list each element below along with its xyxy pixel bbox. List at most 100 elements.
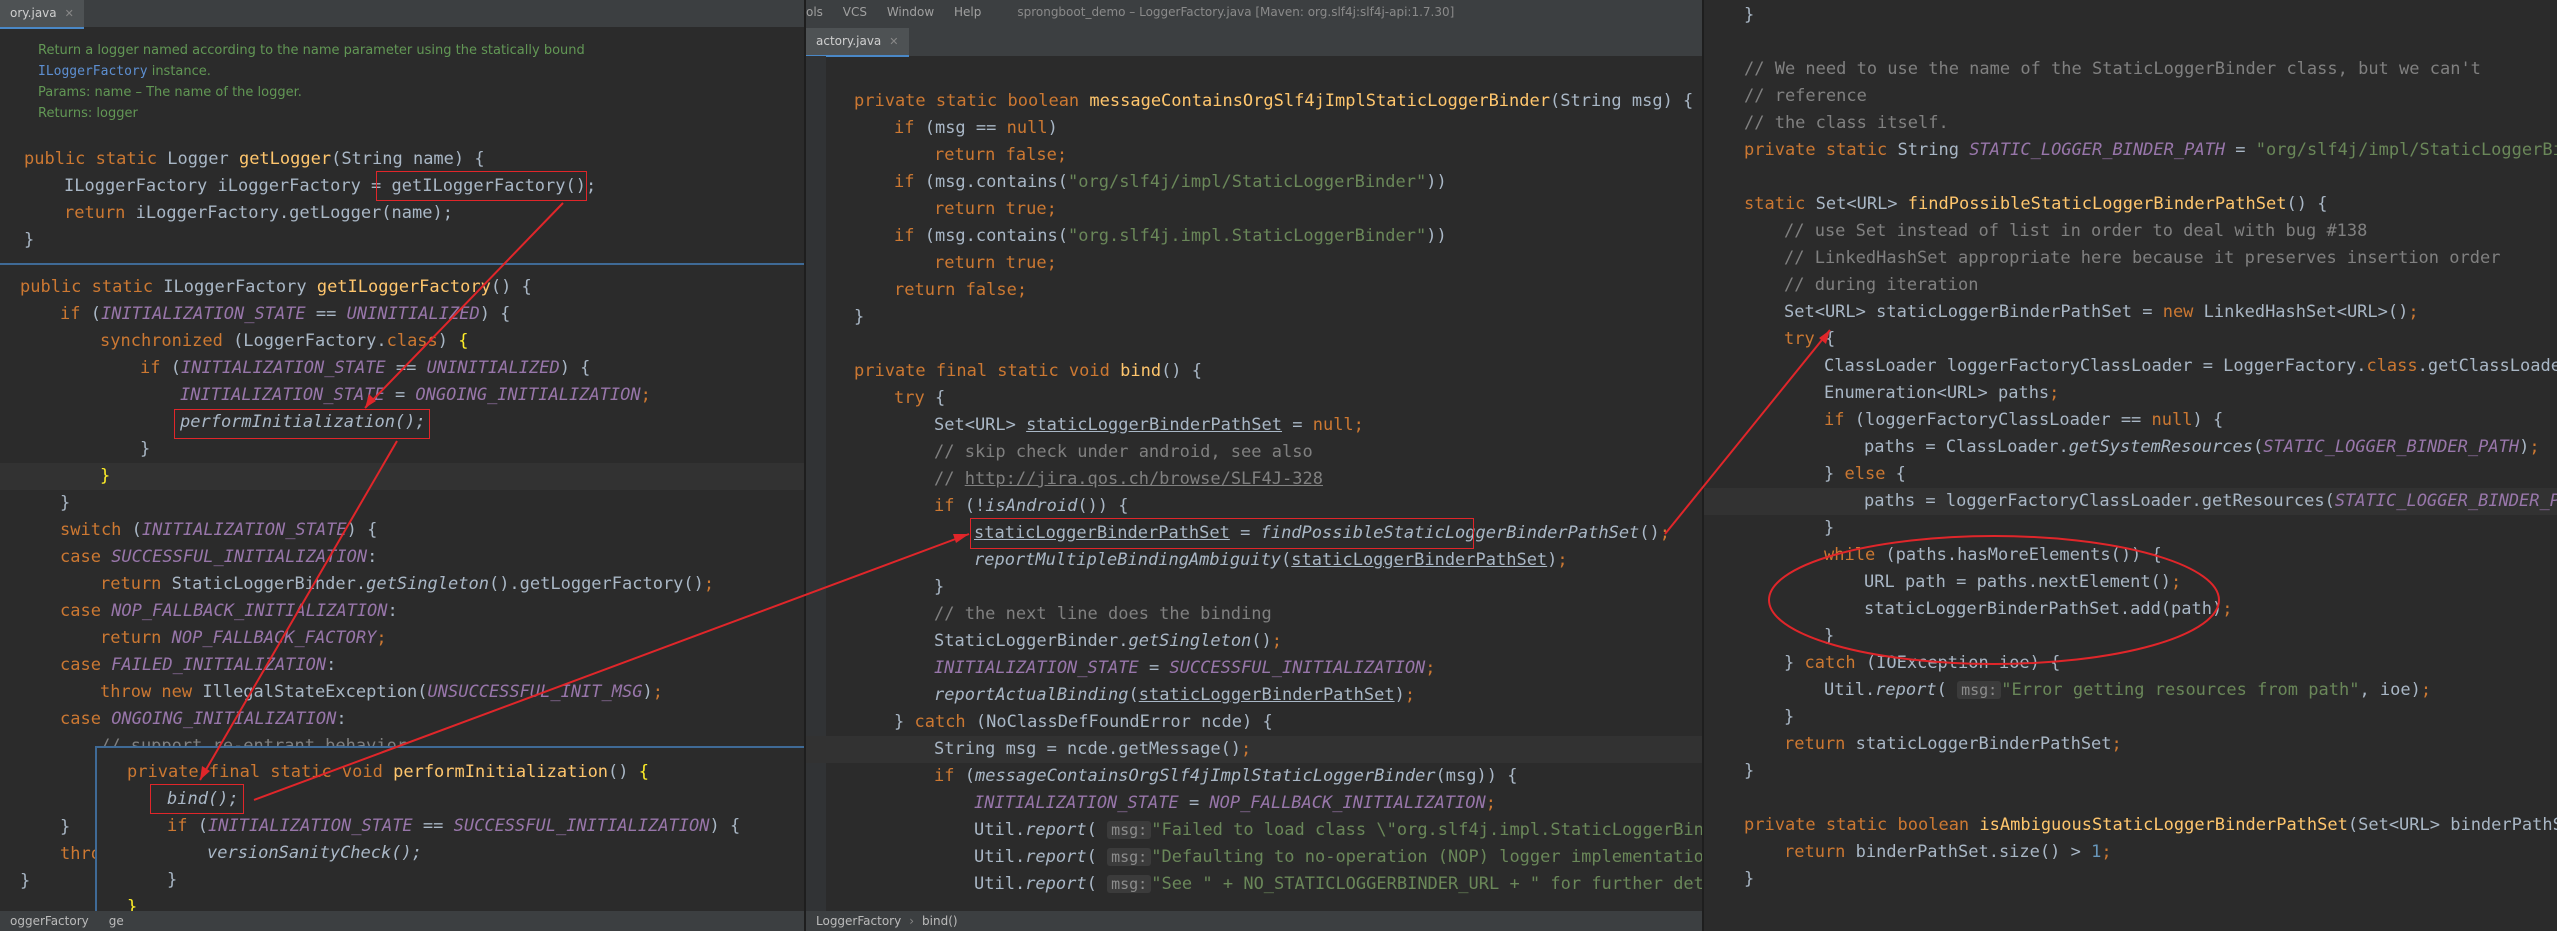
- menu-tools[interactable]: ols: [806, 5, 823, 19]
- code-line: // use Set instead of list in order to d…: [1784, 221, 2368, 241]
- left-tab-bar: [0, 0, 806, 27]
- menu-vcs[interactable]: VCS: [843, 5, 867, 19]
- code-line: static Set<URL> findPossibleStaticLogger…: [1744, 194, 2328, 214]
- window-title-bar: ols VCS Window Help sprongboot_demo – Lo…: [806, 0, 1704, 24]
- code-line: ILoggerFactory iLoggerFactory = getILogg…: [64, 176, 597, 196]
- menu-bar: ols VCS Window Help: [806, 5, 997, 19]
- findPossibleStaticLoggerBinderPathSet-call[interactable]: findPossibleStaticLoggerBinderPathSet: [1261, 523, 1640, 543]
- breadcrumb-middle: LoggerFactory › bind(): [806, 911, 1704, 931]
- code-line: return true;: [934, 253, 1057, 273]
- code-line: try {: [1784, 329, 1836, 349]
- code-line: Enumeration<URL> paths;: [1824, 383, 2060, 403]
- code-line: performInitialization();: [0, 409, 806, 436]
- close-icon[interactable]: ✕: [889, 35, 898, 48]
- code-line: }: [1824, 626, 1835, 646]
- code-line: }: [1784, 707, 1795, 727]
- code-line: if (!isAndroid()) {: [934, 496, 1129, 516]
- code-line: case FAILED_INITIALIZATION:: [60, 655, 337, 675]
- performInitialization-call[interactable]: performInitialization();: [180, 412, 426, 432]
- code-line: // the next line does the binding: [934, 604, 1272, 624]
- breadcrumb-left: oggerFactory ge: [0, 911, 806, 931]
- code-line: private static boolean isAmbiguousStatic…: [1744, 815, 2557, 835]
- code-line: // skip check under android, see also: [934, 442, 1313, 462]
- code-line: bind();: [97, 786, 806, 813]
- code-line: reportActualBinding(staticLoggerBinderPa…: [934, 685, 1416, 705]
- jira-link[interactable]: http://jira.qos.ch/browse/SLF4J-328: [965, 469, 1323, 489]
- doc-description: Return a logger named according to the n…: [38, 43, 585, 58]
- code-line-current: }: [0, 463, 806, 490]
- code-line: staticLoggerBinderPathSet = findPossible…: [974, 523, 1671, 543]
- code-line: throw new IllegalStateException(UNSUCCES…: [100, 682, 663, 702]
- code-line: case ONGOING_INITIALIZATION:: [60, 709, 347, 729]
- tab-logger-factory-left[interactable]: ory.java ✕: [0, 0, 84, 29]
- code-line: return NOP_FALLBACK_FACTORY;: [100, 628, 387, 648]
- code-line-current: paths = loggerFactoryClassLoader.getReso…: [1704, 488, 2557, 515]
- code-line: if (loggerFactoryClassLoader == null) {: [1824, 410, 2224, 430]
- code-line: return staticLoggerBinderPathSet;: [1784, 734, 2122, 754]
- code-line: Util.report( msg: "See " + NO_STATICLOGGE…: [974, 874, 1704, 894]
- code-line: switch (INITIALIZATION_STATE) {: [60, 520, 378, 540]
- code-line: INITIALIZATION_STATE = SUCCESSFUL_INITIA…: [934, 658, 1436, 678]
- tab-label: ory.java: [10, 6, 57, 20]
- code-line: }: [1744, 761, 1755, 781]
- window-title: sprongboot_demo – LoggerFactory.java [Ma…: [1017, 5, 1455, 19]
- bind-call[interactable]: bind();: [167, 789, 239, 809]
- code-line: return binderPathSet.size() > 1;: [1784, 842, 2112, 862]
- code-line: }: [854, 307, 865, 327]
- code-line: versionSanityCheck();: [207, 843, 422, 863]
- code-line: StaticLoggerBinder.getSingleton();: [934, 631, 1283, 651]
- code-line: URL path = paths.nextElement();: [1864, 572, 2182, 592]
- doc-description-2: ILoggerFactory instance.: [38, 64, 211, 79]
- code-line: }: [1744, 869, 1755, 889]
- code-line: return StaticLoggerBinder.getSingleton()…: [100, 574, 715, 594]
- code-line: paths = ClassLoader.getSystemResources(S…: [1864, 437, 2540, 457]
- code-line: reportMultipleBindingAmbiguity(staticLog…: [974, 550, 1568, 570]
- code-line: if (msg.contains("org.slf4j.impl.StaticL…: [894, 226, 1447, 246]
- code-line: } else {: [1824, 464, 1906, 484]
- menu-help[interactable]: Help: [954, 5, 981, 19]
- menu-window[interactable]: Window: [887, 5, 934, 19]
- code-line: private final static void bind() {: [854, 361, 1203, 381]
- code-line-current: String msg = ncde.getMessage();: [806, 736, 1704, 763]
- code-line: if (INITIALIZATION_STATE == SUCCESSFUL_I…: [167, 816, 741, 836]
- code-line: while (paths.hasMoreElements()) {: [1824, 545, 2162, 565]
- code-line: ClassLoader loggerFactoryClassLoader = L…: [1824, 356, 2557, 376]
- code-line: return true;: [934, 199, 1057, 219]
- code-line: Set<URL> staticLoggerBinderPathSet = nul…: [934, 415, 1364, 435]
- editor-pane-middle: ols VCS Window Help sprongboot_demo – Lo…: [806, 0, 1704, 931]
- code-line: try {: [894, 388, 946, 408]
- code-line: } catch (NoClassDefFoundError ncde) {: [894, 712, 1273, 732]
- code-line: Set<URL> staticLoggerBinderPathSet = new…: [1784, 302, 2419, 322]
- code-line: INITIALIZATION_STATE = ONGOING_INITIALIZ…: [180, 385, 651, 405]
- code-line: // during iteration: [1784, 275, 1979, 295]
- code-line: case SUCCESSFUL_INITIALIZATION:: [60, 547, 378, 567]
- code-line: if (messageContainsOrgSlf4jImplStaticLog…: [934, 766, 1518, 786]
- code-line: synchronized (LoggerFactory.class) {: [100, 331, 469, 351]
- editor-pane-left: ory.java ✕ Return a logger named accordin…: [0, 0, 806, 931]
- code-line: INITIALIZATION_STATE = NOP_FALLBACK_INIT…: [974, 793, 1497, 813]
- code-line: public static Logger getLogger(String na…: [24, 149, 485, 169]
- doc-returns: Returns: logger: [38, 106, 138, 121]
- code-line: }: [24, 230, 35, 250]
- code-line: private static String STATIC_LOGGER_BIND…: [1744, 140, 2557, 160]
- code-line: if (INITIALIZATION_STATE == UNINITIALIZE…: [140, 358, 591, 378]
- code-line: case NOP_FALLBACK_INITIALIZATION:: [60, 601, 398, 621]
- code-line: private final static void performInitial…: [127, 762, 650, 782]
- code-line: // reference: [1744, 86, 1867, 106]
- doc-params: Params: name – The name of the logger.: [38, 85, 302, 100]
- code-line: } catch (IOException ioe) {: [1784, 653, 2061, 673]
- code-line: }: [167, 870, 178, 890]
- code-line: if (msg == null): [894, 118, 1058, 138]
- doc-link[interactable]: ILoggerFactory: [38, 64, 148, 79]
- editor-pane-right: } // We need to use the name of the Stat…: [1704, 0, 2557, 931]
- middle-tab-bar: [806, 24, 1704, 56]
- code-line: }: [140, 439, 151, 459]
- code-line: if (msg.contains("org/slf4j/impl/StaticL…: [894, 172, 1447, 192]
- code-line: }: [934, 577, 945, 597]
- tab-logger-factory-middle[interactable]: actory.java ✕: [806, 28, 909, 57]
- code-line: public static ILoggerFactory getILoggerF…: [20, 277, 532, 297]
- tab-label: actory.java: [816, 34, 882, 48]
- code-line: return false;: [934, 145, 1068, 165]
- getILoggerFactory-call[interactable]: getILoggerFactory();: [392, 176, 597, 196]
- close-icon[interactable]: ✕: [65, 7, 74, 20]
